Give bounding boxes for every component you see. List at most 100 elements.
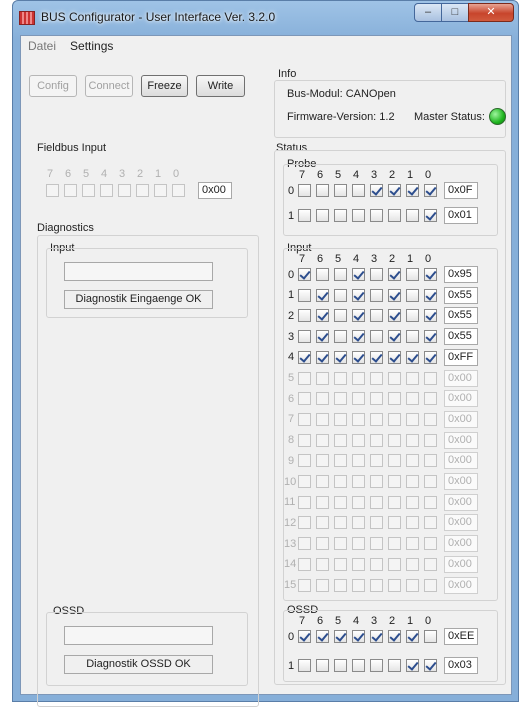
bit-checkbox-5[interactable] (334, 268, 347, 281)
bit-checkbox-2[interactable] (388, 330, 401, 344)
freeze-button[interactable]: Freeze (141, 75, 188, 97)
bit-checkbox-7[interactable] (298, 268, 311, 281)
bit-checkbox-5[interactable] (334, 630, 347, 643)
bit-checkbox-3[interactable] (370, 659, 383, 672)
bit-checkbox-4[interactable] (352, 330, 365, 344)
bit-checkbox-7[interactable] (298, 309, 311, 323)
menu-datei[interactable]: Datei (21, 36, 63, 56)
bit-checkbox-6[interactable] (316, 630, 329, 643)
fieldbus-bit-header: 76543210 (41, 168, 185, 180)
bit-checkbox-5[interactable] (334, 350, 347, 364)
write-button[interactable]: Write (196, 75, 245, 97)
bit-checkbox-0[interactable] (424, 288, 437, 302)
bit-checkbox-1[interactable] (406, 209, 419, 222)
bit-checkbox-4[interactable] (352, 630, 365, 643)
bit-checkbox-7[interactable] (298, 630, 311, 643)
bit-checkbox-0[interactable] (424, 309, 437, 323)
bit-row-9: 9 0x00 (288, 452, 478, 470)
bit-header-1: 1 (406, 253, 414, 265)
connect-button[interactable]: Connect (85, 75, 133, 97)
bit-checkbox-6 (316, 516, 329, 530)
bit-checkbox-2 (388, 557, 401, 571)
bit-checkbox-2[interactable] (388, 659, 401, 672)
bit-checkbox-7[interactable] (298, 209, 311, 222)
hex-value-field: 0x00 (444, 514, 478, 532)
bit-checkbox-6[interactable] (316, 350, 329, 364)
bit-checkbox-2[interactable] (388, 630, 401, 643)
bit-checkbox-2[interactable] (388, 288, 401, 302)
bit-checkbox-6[interactable] (316, 309, 329, 323)
bit-checkbox-1[interactable] (406, 659, 419, 672)
bit-checkbox-1[interactable] (406, 268, 419, 281)
bit-checkbox-0[interactable] (424, 659, 437, 672)
bit-checkbox-3[interactable] (370, 209, 383, 222)
bit-checkbox-3[interactable] (370, 350, 383, 364)
menu-settings[interactable]: Settings (63, 36, 120, 56)
maximize-icon[interactable]: □ (441, 3, 469, 22)
bit-checkbox-3[interactable] (370, 630, 383, 643)
bit-checkbox-3[interactable] (370, 184, 383, 197)
bit-checkbox-7[interactable] (298, 659, 311, 672)
bit-checkbox-7[interactable] (298, 184, 311, 197)
close-icon[interactable]: ✕ (468, 3, 514, 22)
bit-checkbox-3[interactable] (370, 288, 383, 302)
row-index: 12 (284, 516, 297, 529)
bit-checkbox-2[interactable] (388, 209, 401, 222)
bit-checkbox-5[interactable] (334, 288, 347, 302)
bit-checkbox-1[interactable] (406, 309, 419, 323)
bit-checkbox-2[interactable] (388, 184, 401, 197)
bit-checkbox-6[interactable] (316, 330, 329, 344)
bit-checkbox-5 (334, 475, 347, 488)
bit-header-3: 3 (370, 169, 378, 181)
bit-checkbox-5[interactable] (334, 659, 347, 672)
bit-checkbox-4[interactable] (352, 268, 365, 281)
bit-checkbox-5[interactable] (334, 184, 347, 197)
bit-checkbox-0 (424, 454, 437, 468)
bit-checkbox-2 (388, 537, 401, 551)
bit-checkbox-1[interactable] (406, 184, 419, 197)
bit-checkbox-0[interactable] (424, 330, 437, 344)
bit-checkbox-1 (406, 537, 419, 551)
bit-checkbox-5[interactable] (334, 309, 347, 323)
bit-checkbox-1[interactable] (406, 288, 419, 302)
bit-checkbox-0[interactable] (424, 209, 437, 222)
bit-checkbox-5[interactable] (334, 209, 347, 222)
bit-checkbox-4[interactable] (352, 309, 365, 323)
bit-checkbox-0[interactable] (424, 350, 437, 364)
bit-checkbox-3[interactable] (370, 268, 383, 281)
bit-checkbox-3[interactable] (370, 309, 383, 323)
bit-checkbox-1[interactable] (406, 350, 419, 364)
bit-checkbox-6[interactable] (316, 288, 329, 302)
bit-checkbox-4[interactable] (352, 350, 365, 364)
bit-checkbox-4[interactable] (352, 209, 365, 222)
bit-row-12: 12 0x00 (284, 514, 478, 532)
menu-bar: Datei Settings (21, 36, 511, 56)
bit-checkbox-2 (136, 184, 149, 197)
config-button[interactable]: Config (29, 75, 77, 97)
bit-checkbox-0[interactable] (424, 268, 437, 281)
bit-checkbox-0[interactable] (424, 184, 437, 197)
bit-checkbox-6[interactable] (316, 268, 329, 281)
bit-checkbox-3[interactable] (370, 330, 383, 344)
bit-checkbox-6[interactable] (316, 184, 329, 197)
bit-checkbox-1[interactable] (406, 330, 419, 344)
bit-checkbox-5[interactable] (334, 330, 347, 344)
bit-checkbox-7[interactable] (298, 350, 311, 364)
bit-checkbox-1[interactable] (406, 630, 419, 643)
bit-header-4: 4 (352, 253, 360, 265)
bit-checkbox-4[interactable] (352, 184, 365, 197)
bit-checkbox-6[interactable] (316, 659, 329, 672)
bit-checkbox-2[interactable] (388, 268, 401, 281)
bit-checkbox-4[interactable] (352, 288, 365, 302)
bit-checkbox-0[interactable] (424, 630, 437, 643)
bit-checkbox-7[interactable] (298, 288, 311, 302)
bit-checkbox-6[interactable] (316, 209, 329, 222)
bit-checkbox-2[interactable] (388, 350, 401, 364)
minimize-icon[interactable]: – (414, 3, 442, 22)
bit-header-0: 0 (172, 168, 180, 180)
title-bar[interactable]: BUS Configurator - User Interface Ver. 3… (13, 1, 518, 35)
bit-checkbox-2[interactable] (388, 309, 401, 323)
bit-checkbox-7[interactable] (298, 330, 311, 344)
bit-checkbox-1 (406, 454, 419, 468)
bit-checkbox-4[interactable] (352, 659, 365, 672)
